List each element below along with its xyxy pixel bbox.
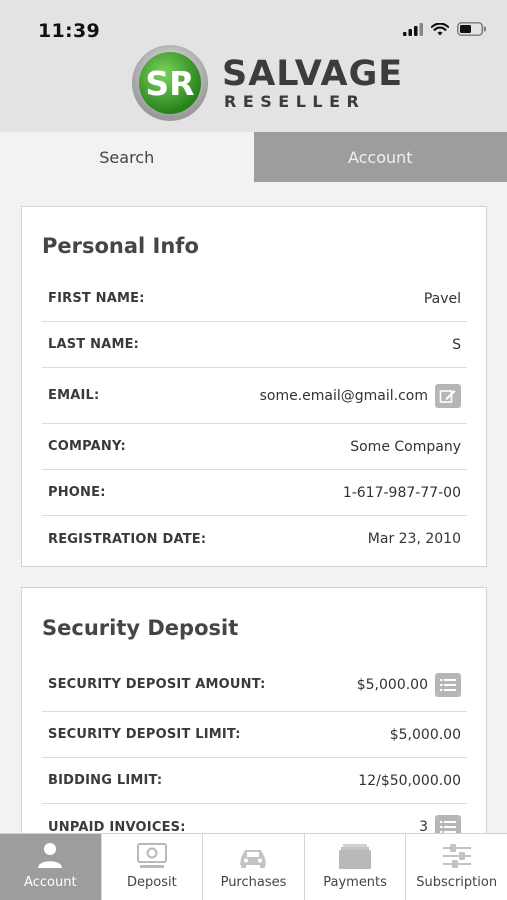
row-label: FIRST NAME: xyxy=(48,291,145,306)
status-icons xyxy=(403,22,487,36)
nav-label: Payments xyxy=(323,875,387,890)
email-value: some.email@gmail.com xyxy=(259,387,428,404)
brand-subtitle: RESELLER xyxy=(224,92,366,111)
row-value: S xyxy=(452,336,461,353)
list-icon[interactable] xyxy=(435,672,461,697)
personal-info-card: Personal Info FIRST NAME: Pavel LAST NAM… xyxy=(21,206,487,567)
row-value: 1-617-987-77-00 xyxy=(342,484,461,501)
nav-deposit[interactable]: Deposit xyxy=(100,834,203,900)
row-value: $5,000.00 xyxy=(389,726,461,743)
nav-label: Deposit xyxy=(127,875,177,890)
edit-icon[interactable] xyxy=(435,383,461,408)
brand-name: SALVAGE xyxy=(222,54,404,94)
nav-label: Purchases xyxy=(220,875,287,890)
battery-icon xyxy=(457,22,486,36)
cash-icon xyxy=(136,843,167,868)
person-icon xyxy=(38,843,63,868)
row-label: LAST NAME: xyxy=(48,337,140,352)
row-label: EMAIL: xyxy=(48,388,100,403)
nav-purchases[interactable]: Purchases xyxy=(202,834,304,900)
svg-text:SR: SR xyxy=(145,64,194,103)
row-label: COMPANY: xyxy=(48,439,126,454)
row-label: BIDDING LIMIT: xyxy=(48,773,163,788)
status-bar: 11:39 xyxy=(0,0,507,44)
row-bidding-limit: BIDDING LIMIT: 12/$50,000.00 xyxy=(42,758,467,804)
row-registration-date: REGISTRATION DATE: Mar 23, 2010 xyxy=(42,516,467,562)
row-value: $5,000.00 xyxy=(356,672,461,697)
deposit-amount-value: $5,000.00 xyxy=(356,676,428,693)
wallet-icon xyxy=(339,844,372,869)
row-last-name: LAST NAME: S xyxy=(42,322,467,368)
sliders-icon xyxy=(442,844,471,868)
bottom-nav: Account Deposit Purchases Payments Subsc… xyxy=(0,833,507,900)
row-value: some.email@gmail.com xyxy=(259,383,461,408)
row-value: Some Company xyxy=(350,438,461,455)
row-deposit-amount: SECURITY DEPOSIT AMOUNT: $5,000.00 xyxy=(42,658,467,712)
signal-icon xyxy=(403,22,423,36)
nav-label: Subscription xyxy=(416,875,498,890)
nav-account[interactable]: Account xyxy=(0,834,101,900)
row-company: COMPANY: Some Company xyxy=(42,424,467,470)
row-value: Pavel xyxy=(423,290,461,307)
row-label: SECURITY DEPOSIT AMOUNT: xyxy=(48,677,266,692)
tab-search[interactable]: Search xyxy=(0,132,254,182)
security-deposit-rows: SECURITY DEPOSIT AMOUNT: $5,000.00 SECUR… xyxy=(42,658,467,850)
row-first-name: FIRST NAME: Pavel xyxy=(42,276,467,322)
nav-subscription[interactable]: Subscription xyxy=(405,834,507,900)
personal-info-rows: FIRST NAME: Pavel LAST NAME: S EMAIL: so… xyxy=(42,276,467,562)
top-tabs: Search Account xyxy=(0,132,507,182)
row-label: PHONE: xyxy=(48,485,106,500)
personal-info-title: Personal Info xyxy=(42,234,199,258)
car-icon xyxy=(240,850,267,868)
row-label: SECURITY DEPOSIT LIMIT: xyxy=(48,727,241,742)
logo-icon: SR xyxy=(132,45,208,121)
row-email: EMAIL: some.email@gmail.com xyxy=(42,368,467,424)
security-deposit-title: Security Deposit xyxy=(42,616,239,640)
row-label: REGISTRATION DATE: xyxy=(48,531,207,547)
row-value: Mar 23, 2010 xyxy=(367,531,461,547)
nav-label: Account xyxy=(24,875,77,890)
wifi-icon xyxy=(431,22,449,35)
row-phone: PHONE: 1-617-987-77-00 xyxy=(42,470,467,516)
nav-payments[interactable]: Payments xyxy=(303,834,406,900)
app-header: SR SALVAGE RESELLER xyxy=(0,44,507,132)
status-time: 11:39 xyxy=(38,20,100,42)
row-value: 12/$50,000.00 xyxy=(358,772,461,789)
row-deposit-limit: SECURITY DEPOSIT LIMIT: $5,000.00 xyxy=(42,712,467,758)
tab-account[interactable]: Account xyxy=(253,132,507,182)
